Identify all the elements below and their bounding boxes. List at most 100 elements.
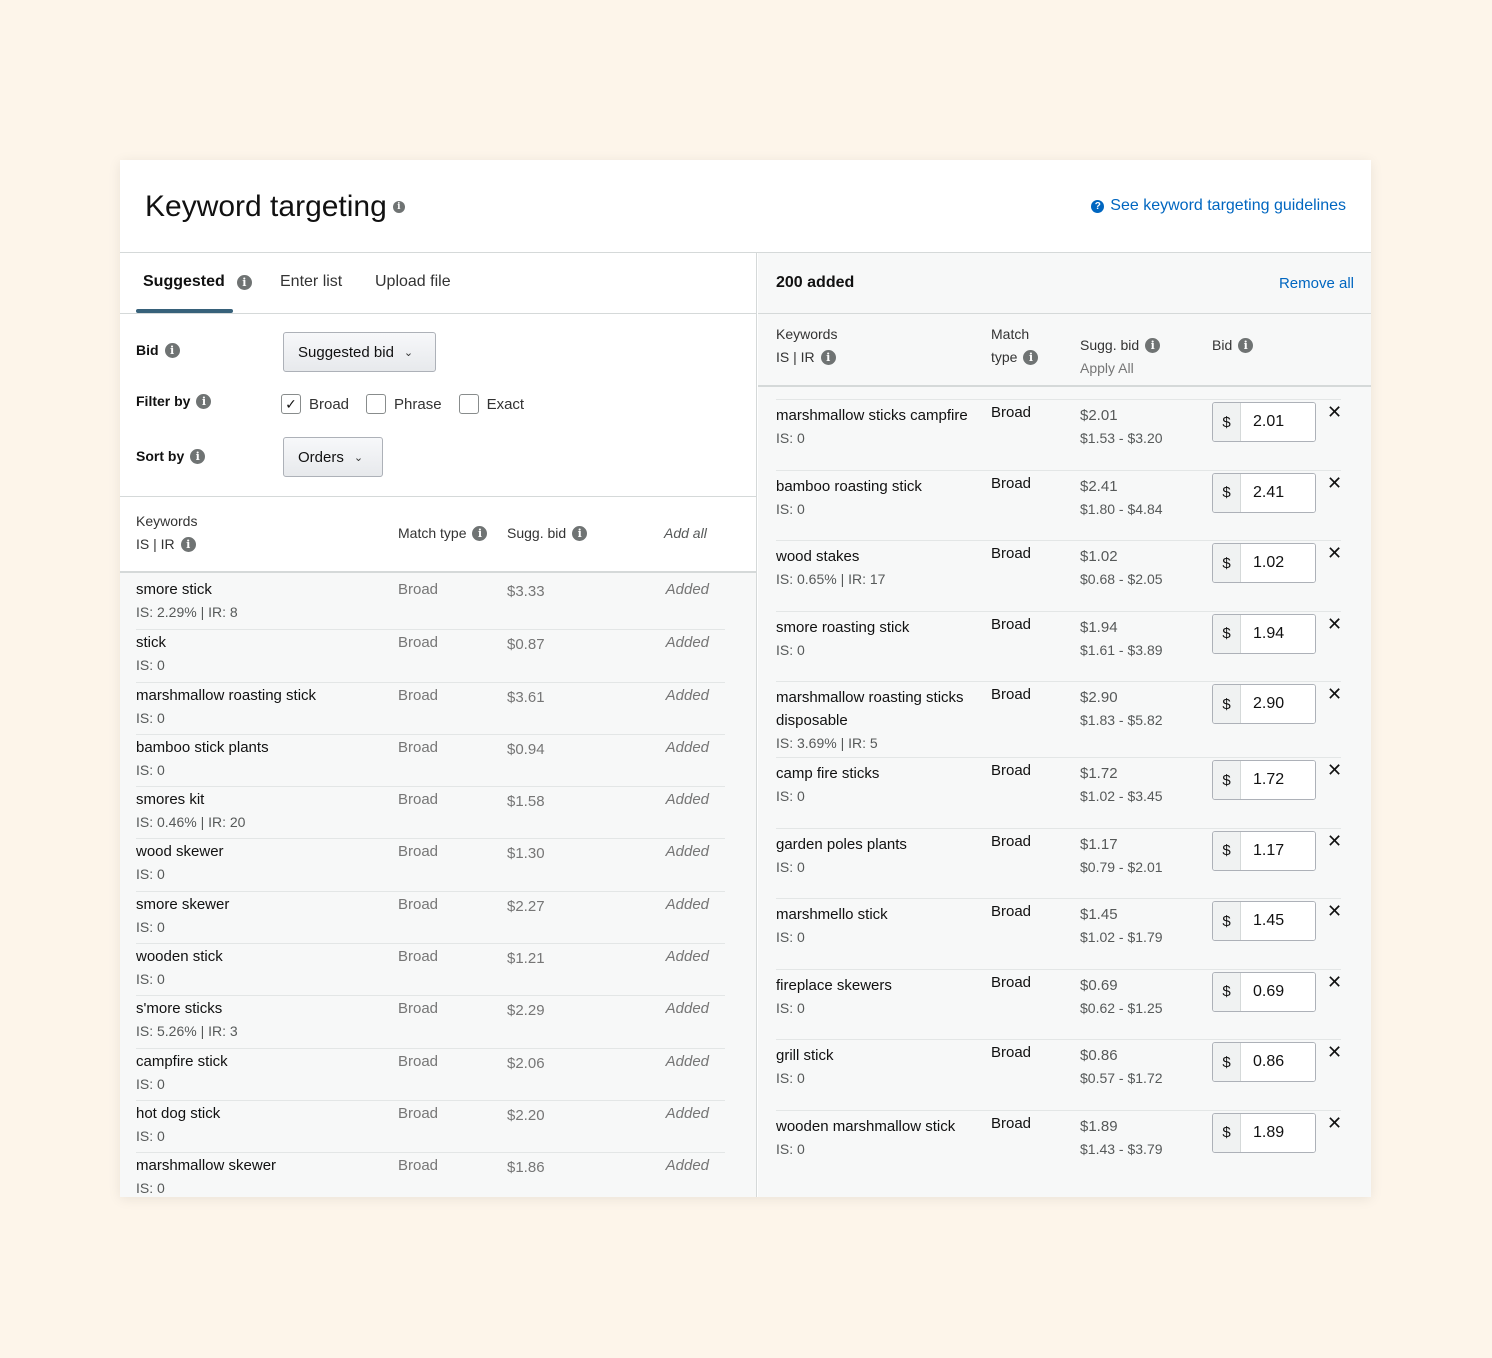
keyword-cell: camp fire sticks IS: 0	[776, 762, 986, 808]
close-icon[interactable]: ✕	[1327, 1042, 1342, 1063]
close-icon[interactable]: ✕	[1327, 473, 1342, 494]
keyword-text: smore roasting stick	[776, 618, 910, 636]
close-icon[interactable]: ✕	[1327, 684, 1342, 705]
bid-range-text: $1.80 - $4.84	[1080, 500, 1163, 517]
keyword-text: wooden stick	[136, 948, 223, 966]
broad-checkbox[interactable]: ✓	[281, 394, 301, 414]
close-icon[interactable]: ✕	[1327, 1113, 1342, 1134]
close-icon[interactable]: ✕	[1327, 972, 1342, 993]
bid-input[interactable]	[1241, 685, 1315, 723]
bid-input[interactable]	[1241, 544, 1315, 582]
info-icon[interactable]: i	[392, 201, 405, 213]
close-icon[interactable]: ✕	[1327, 901, 1342, 922]
add-all-button[interactable]: Add all	[664, 522, 707, 545]
table-row: fireplace skewers IS: 0 Broad $0.69 $0.62 - …	[776, 968, 1342, 1040]
added-status: Added	[665, 581, 709, 598]
table-row: wooden stick IS: 0 Broad $1.21 Added	[136, 943, 725, 995]
tab-enter-list[interactable]: Enter list	[280, 273, 342, 291]
bid-input-group: $	[1212, 760, 1316, 800]
currency-prefix: $	[1213, 831, 1241, 870]
phrase-checkbox[interactable]	[366, 394, 387, 414]
col-match-type: Match type i	[398, 522, 488, 545]
sort-dropdown[interactable]: Orders ⌄	[283, 437, 383, 477]
info-icon[interactable]: i	[196, 393, 212, 409]
info-icon[interactable]: i	[164, 342, 180, 358]
impression-share-text: IS: 0	[136, 1180, 165, 1197]
match-type-text: Broad	[991, 1044, 1032, 1061]
bid-input-group: $	[1212, 472, 1316, 513]
bid-range-text: $1.43 - $3.79	[1080, 1140, 1163, 1157]
bid-input[interactable]	[1241, 1113, 1315, 1152]
table-row: wood skewer IS: 0 Broad $1.30 Added	[136, 838, 725, 890]
added-status: Added	[665, 895, 709, 913]
tab-suggested-label[interactable]: Suggested	[143, 273, 225, 291]
table-row: marshmallow sticks campfire IS: 0 Broad $2.…	[776, 399, 1342, 470]
bid-input[interactable]	[1241, 831, 1315, 870]
bid-input[interactable]	[1241, 1043, 1315, 1081]
exact-label[interactable]: Exact	[487, 396, 525, 413]
suggested-bid-text: $2.20	[507, 1106, 545, 1124]
suggested-bid-text: $1.86	[507, 1159, 545, 1177]
tab-enter-list-label[interactable]: Enter list	[280, 273, 342, 291]
phrase-label[interactable]: Phrase	[394, 396, 442, 413]
info-icon[interactable]: i	[1238, 338, 1254, 353]
added-keyword-list: marshmallow sticks campfire IS: 0 Broad $2.…	[758, 387, 1371, 1180]
table-row: camp fire sticks IS: 0 Broad $1.72 $1.02 - $…	[776, 757, 1342, 828]
info-icon[interactable]: i	[572, 526, 588, 541]
bid-input[interactable]	[1241, 614, 1315, 653]
info-icon[interactable]: i	[190, 448, 206, 464]
info-icon[interactable]: i	[180, 537, 196, 552]
col-bid: Bid i	[1212, 334, 1254, 357]
info-icon[interactable]: i	[820, 350, 836, 365]
bid-input[interactable]	[1241, 403, 1315, 441]
bid-input[interactable]	[1241, 972, 1315, 1011]
table-row: grill stick IS: 0 Broad $0.86 $0.57 - $1.72 $…	[776, 1039, 1342, 1110]
guidelines-link[interactable]: ? See keyword targeting guidelines	[1091, 197, 1346, 215]
apply-all-button[interactable]: Apply All	[1080, 357, 1134, 380]
impression-share-text: IS: 0	[136, 761, 165, 778]
tab-upload-file[interactable]: Upload file	[375, 273, 451, 291]
tab-suggested[interactable]: Suggested i	[143, 273, 252, 291]
page-title-text: Keyword targeting	[145, 190, 387, 223]
bid-input[interactable]	[1241, 902, 1315, 940]
tab-upload-file-label[interactable]: Upload file	[375, 273, 451, 291]
bid-input-group: $	[1212, 971, 1316, 1012]
suggested-bid-text: $1.72	[1080, 765, 1118, 782]
added-status: Added	[665, 843, 709, 861]
add-all-label[interactable]: Add all	[664, 522, 707, 545]
guidelines-link-text[interactable]: See keyword targeting guidelines	[1110, 197, 1346, 215]
info-icon[interactable]: i	[236, 274, 252, 290]
bid-dropdown[interactable]: Suggested bid ⌄	[283, 332, 436, 372]
sort-dropdown-value[interactable]: Orders	[298, 449, 344, 466]
remove-all-button[interactable]: Remove all	[1279, 275, 1354, 292]
close-icon[interactable]: ✕	[1327, 760, 1342, 781]
info-icon[interactable]: i	[1023, 350, 1039, 365]
bid-input[interactable]	[1241, 473, 1315, 512]
bid-input[interactable]	[1241, 761, 1315, 799]
broad-label[interactable]: Broad	[309, 396, 349, 413]
close-icon[interactable]: ✕	[1327, 614, 1342, 635]
keyword-text: camp fire sticks	[776, 765, 880, 782]
keyword-text: smore skewer	[136, 895, 230, 913]
filter-label: Filter by i	[136, 393, 212, 409]
bid-dropdown-value[interactable]: Suggested bid	[298, 344, 394, 361]
exact-checkbox[interactable]	[458, 394, 479, 414]
suggested-bid-text: $2.01	[1080, 407, 1118, 424]
col-is-ir-label: IS | IR	[136, 536, 175, 552]
impression-share-text: IS: 0	[136, 657, 165, 674]
info-icon[interactable]: i	[472, 526, 488, 541]
added-status: Added	[665, 634, 709, 652]
match-type-text: Broad	[398, 1157, 439, 1175]
suggested-bid-text: $1.58	[507, 793, 545, 811]
close-icon[interactable]: ✕	[1327, 831, 1342, 852]
table-row: s'more sticks IS: 5.26% | IR: 3 Broad $2.29…	[136, 995, 725, 1047]
close-icon[interactable]: ✕	[1327, 543, 1342, 564]
info-icon[interactable]: i	[1145, 338, 1161, 353]
keyword-cell: marshmello stick IS: 0	[776, 903, 986, 949]
impression-share-text: IS: 0	[776, 929, 805, 945]
col-sugg-bid-label: Sugg. bid	[1080, 337, 1140, 353]
currency-prefix: $	[1213, 761, 1241, 799]
keyword-cell: garden poles plants IS: 0	[776, 833, 986, 879]
apply-all-label[interactable]: Apply All	[1080, 357, 1134, 380]
close-icon[interactable]: ✕	[1327, 402, 1342, 423]
